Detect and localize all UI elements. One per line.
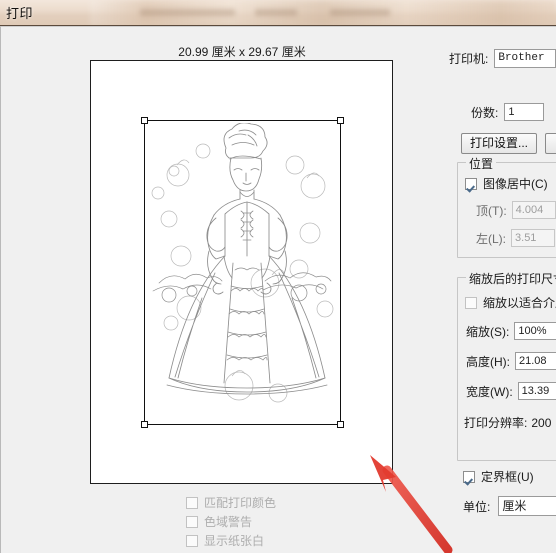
window-title: 打印: [6, 6, 34, 21]
center-image-row[interactable]: 图像居中(C): [465, 175, 548, 192]
selection-edge-right: [340, 120, 341, 425]
position-left-input[interactable]: 3.51: [511, 229, 556, 247]
selection-handle-top-left[interactable]: [141, 117, 148, 124]
titlebar-ghost-text-2: [255, 9, 297, 16]
units-row: 单位: 厘米: [463, 496, 556, 516]
show-paper-white-checkbox[interactable]: [186, 534, 198, 547]
selection-handle-bottom-right[interactable]: [337, 421, 344, 428]
show-paper-white-label: 显示纸张白: [204, 534, 265, 548]
width-row: 宽度(W): 13.39: [466, 382, 556, 400]
print-settings-pane: 打印机: Brother 份数: 1 打印设置... 位置 图像居中(C) 顶(…: [441, 27, 556, 553]
width-label: 宽度(W):: [466, 384, 513, 399]
printer-label: 打印机:: [449, 52, 489, 66]
artwork-line-drawing: [147, 123, 337, 422]
titlebar-ghost-text-3: [330, 9, 390, 16]
position-top-row: 顶(T): 4.004: [476, 201, 556, 219]
printer-select[interactable]: Brother: [494, 49, 556, 68]
scaled-print-size-title: 缩放后的打印尺寸: [466, 270, 556, 287]
position-group-title: 位置: [466, 155, 497, 172]
height-input[interactable]: 21.08: [515, 352, 556, 370]
scale-label: 缩放(S):: [466, 324, 510, 339]
selection-handle-top-right[interactable]: [337, 117, 344, 124]
printer-row: 打印机: Brother: [449, 49, 556, 68]
center-image-checkbox[interactable]: [465, 177, 477, 190]
page-preview[interactable]: [90, 60, 393, 484]
selection-edge-left: [144, 120, 145, 425]
units-label: 单位:: [463, 499, 491, 514]
print-resolution-row: 打印分辨率: 200: [464, 414, 551, 431]
units-select[interactable]: 厘米: [498, 496, 556, 516]
position-top-label: 顶(T):: [476, 203, 507, 218]
position-left-row: 左(L): 3.51: [476, 229, 556, 247]
print-resolution-label: 打印分辨率:: [464, 416, 528, 430]
width-input[interactable]: 13.39: [517, 382, 556, 400]
print-resolution-value: 200: [531, 415, 552, 430]
gamut-warning-checkbox[interactable]: [186, 515, 198, 528]
page-dimensions-label: 20.99 厘米 x 29.67 厘米: [178, 45, 306, 59]
copies-input[interactable]: 1: [504, 103, 545, 121]
copies-row: 份数: 1: [471, 103, 545, 121]
secondary-settings-button[interactable]: [545, 133, 556, 154]
preview-options-list: 匹配打印颜色 色域警告 显示纸张白: [186, 493, 276, 550]
position-group: 位置 图像居中(C) 顶(T): 4.004 左(L): 3.51: [457, 155, 556, 258]
print-settings-button[interactable]: 打印设置...: [461, 133, 537, 154]
match-print-colors-label: 匹配打印颜色: [204, 496, 277, 510]
position-top-input[interactable]: 4.004: [511, 201, 556, 219]
print-dialog: 20.99 厘米 x 29.67 厘米 匹配打印颜色 色域警告 显示纸张白 打印…: [0, 26, 556, 553]
option-match-print-colors[interactable]: 匹配打印颜色: [186, 493, 276, 512]
window-titlebar[interactable]: 打印: [0, 0, 556, 26]
center-image-label: 图像居中(C): [483, 177, 548, 191]
fit-media-checkbox[interactable]: [465, 296, 477, 309]
fit-media-label: 缩放以适合介质: [483, 296, 556, 310]
scaled-print-size-group: 缩放后的打印尺寸 缩放以适合介质 缩放(S): 100% 高度(H): 21.0…: [457, 270, 556, 461]
scale-row: 缩放(S): 100%: [466, 322, 556, 340]
selection-edge-top: [144, 120, 340, 121]
position-left-label: 左(L):: [476, 231, 507, 246]
height-label: 高度(H):: [466, 354, 510, 369]
titlebar-ghost-text-1: [140, 9, 235, 16]
bounding-box-checkbox[interactable]: [463, 470, 475, 483]
copies-label: 份数:: [471, 105, 499, 120]
match-print-colors-checkbox[interactable]: [186, 496, 198, 509]
bounding-box-label: 定界框(U): [481, 470, 534, 484]
height-row: 高度(H): 21.08: [466, 352, 556, 370]
selection-edge-bottom: [144, 424, 340, 425]
selection-handle-bottom-left[interactable]: [141, 421, 148, 428]
artwork-preview[interactable]: [147, 123, 337, 422]
gamut-warning-label: 色域警告: [204, 515, 253, 529]
scale-input[interactable]: 100%: [514, 322, 556, 340]
option-show-paper-white[interactable]: 显示纸张白: [186, 531, 276, 550]
bounding-box-row[interactable]: 定界框(U): [463, 468, 534, 485]
option-gamut-warning[interactable]: 色域警告: [186, 512, 276, 531]
print-preview-pane: 20.99 厘米 x 29.67 厘米 匹配打印颜色 色域警告 显示纸张白: [1, 27, 441, 553]
fit-media-row[interactable]: 缩放以适合介质: [465, 294, 556, 311]
